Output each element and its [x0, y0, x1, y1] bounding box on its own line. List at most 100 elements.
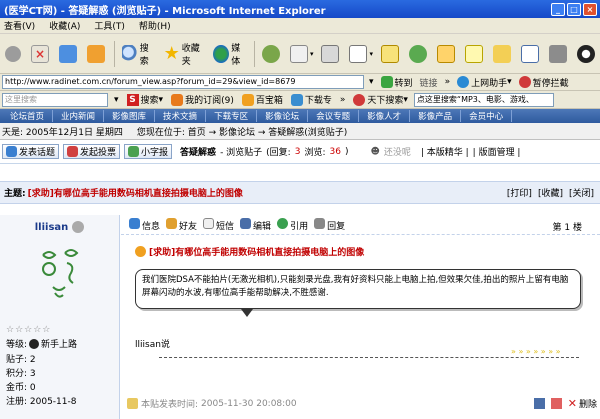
poll-icon — [67, 146, 79, 157]
discuss-button[interactable] — [378, 40, 404, 68]
links-arrow[interactable]: » — [443, 75, 453, 89]
post-title: [求助]有哪位高手能用数码相机直接拍摄电脑上的图像 — [149, 248, 365, 258]
report-icon[interactable] — [550, 398, 562, 409]
refresh-icon — [59, 44, 77, 63]
subscription-button[interactable]: 我的订阅(9) — [169, 93, 236, 107]
views-close: ) — [344, 146, 349, 157]
nav-gallery[interactable]: 影像图库 — [104, 110, 156, 122]
username[interactable]: lliisan — [35, 222, 69, 233]
user-points: 积分: 3 — [6, 369, 36, 379]
toolbar-search-input[interactable]: 这里搜索 — [2, 92, 108, 107]
edit-tool[interactable]: 编辑 — [240, 217, 271, 232]
quote-tool[interactable]: 引用 — [277, 217, 308, 232]
signature: lliisan说 — [135, 340, 170, 350]
address-bar: http://www.radinet.com.cn/forum_view.asp… — [0, 74, 600, 91]
mail-button[interactable]: ▾ — [287, 40, 317, 68]
menu-view[interactable]: 查看(V) — [4, 19, 35, 32]
avatar — [35, 245, 85, 305]
reply-icon — [314, 217, 326, 229]
note-button[interactable] — [462, 40, 488, 68]
forum-action-bar: 发表话题 发起投票 小字报 答疑解惑 - 浏览贴子 (回复: 3 浏览: 36 … — [0, 140, 600, 164]
research-icon — [437, 44, 455, 63]
research-button[interactable] — [434, 40, 460, 68]
info-tool[interactable]: 信息 — [129, 217, 160, 232]
forward-button[interactable] — [2, 40, 26, 68]
nav-meeting[interactable]: 会议专题 — [308, 110, 360, 122]
tools-extra-button[interactable] — [546, 40, 572, 68]
history-button[interactable] — [259, 40, 285, 68]
stop-button[interactable]: × — [28, 40, 54, 68]
links-expand[interactable]: » — [338, 93, 348, 107]
nav-download[interactable]: 下载专区 — [206, 110, 258, 122]
refresh-button[interactable] — [56, 40, 82, 68]
small-font-button[interactable]: 小字报 — [124, 144, 173, 159]
location-text: 您现在位于: 首页 → 影像论坛 → 答疑解惑(浏览贴子) — [136, 127, 348, 138]
delete-button[interactable]: ✕ 删除 — [568, 397, 597, 410]
new-poll-button[interactable]: 发起投票 — [63, 144, 121, 159]
guest-label[interactable]: 还没呢 — [384, 145, 411, 158]
media-button[interactable]: 媒体 — [210, 40, 250, 68]
reply-tool[interactable]: 回复 — [314, 217, 345, 232]
close-window-button[interactable]: × — [583, 2, 597, 16]
topic-label: 主题: — [4, 189, 26, 199]
nav-news[interactable]: 业内新闻 — [53, 110, 105, 122]
print-button[interactable] — [318, 40, 344, 68]
toolbar-search-button[interactable]: S 搜索 ▾ — [125, 93, 166, 107]
window-button[interactable] — [518, 40, 544, 68]
links-label[interactable]: 链接 — [418, 75, 440, 89]
user-status-icon — [72, 221, 85, 233]
print-icon — [321, 44, 340, 63]
block-icon — [518, 76, 531, 88]
address-dropdown[interactable]: ▾ — [367, 75, 376, 89]
menu-favorites[interactable]: 收藏(A) — [49, 19, 80, 32]
print-link[interactable]: [打印] — [507, 186, 532, 199]
download-button[interactable]: 下载专 — [289, 93, 334, 107]
go-button[interactable]: 转到 — [379, 75, 415, 89]
favorites-button[interactable]: ★ 收藏夹 — [161, 40, 209, 68]
nav-members[interactable]: 会员中心 — [461, 110, 513, 122]
browser-toolbar: × 搜索 ★ 收藏夹 媒体 ▾ ▾ — [0, 34, 600, 74]
search-button[interactable]: 搜索 — [119, 40, 159, 68]
folder-button[interactable] — [490, 40, 516, 68]
close-link[interactable]: [关闭] — [569, 186, 594, 199]
hint-search-input[interactable]: 点这里搜索“MP3、电影、游戏、 — [413, 92, 554, 107]
quote-icon — [277, 217, 289, 229]
s-logo-icon: S — [126, 93, 139, 106]
tianxia-search-button[interactable]: 天下搜索 ▾ — [351, 93, 410, 107]
menu-help[interactable]: 帮助(H) — [139, 19, 171, 32]
tools-icon — [549, 44, 567, 63]
box-icon — [241, 93, 254, 106]
ip-icon[interactable] — [533, 398, 545, 409]
guest-icon: ☻ — [370, 146, 380, 157]
nav-digest[interactable]: 技术文摘 — [155, 110, 207, 122]
messenger-icon — [409, 44, 427, 63]
post-time: 2005-11-30 20:08:00 — [201, 398, 297, 409]
forward-arrow-icon — [5, 45, 21, 62]
friend-tool[interactable]: 好友 — [166, 217, 197, 232]
nav-products[interactable]: 影像产品 — [410, 110, 462, 122]
block-popup-button[interactable]: 暂停拦截 — [517, 75, 571, 89]
signature-watermark: » » » » » » » — [511, 347, 561, 356]
baibaoxiang-button[interactable]: 百宝箱 — [240, 93, 285, 107]
toolbar-search-dropdown[interactable]: ▾ — [112, 93, 121, 107]
new-topic-button[interactable]: 发表话题 — [2, 144, 60, 159]
address-input[interactable]: http://www.radinet.com.cn/forum_view.asp… — [2, 75, 364, 89]
nav-home[interactable]: 论坛首页 — [2, 110, 54, 122]
online-helper-button[interactable]: 上网助手 ▾ — [455, 75, 514, 89]
favorite-link[interactable]: [收藏] — [538, 186, 563, 199]
messenger-button[interactable] — [406, 40, 432, 68]
edit-pencil-icon — [240, 217, 252, 229]
menu-tools[interactable]: 工具(T) — [94, 19, 125, 32]
nav-forum[interactable]: 影像论坛 — [257, 110, 309, 122]
nav-talent[interactable]: 影像人才 — [359, 110, 411, 122]
edit-button[interactable]: ▾ — [346, 40, 376, 68]
forum-name[interactable]: 答疑解惑 — [180, 145, 216, 158]
qq-button[interactable] — [574, 40, 600, 68]
sms-tool[interactable]: 短信 — [203, 217, 234, 232]
maximize-button[interactable]: □ — [567, 2, 581, 16]
home-button[interactable] — [84, 40, 110, 68]
post-tools: 信息 好友 短信 编辑 引用 回复 第 1 楼 — [121, 215, 600, 235]
essence-link[interactable]: | 本版精华 | — [421, 145, 469, 158]
minimize-button[interactable]: _ — [551, 2, 565, 16]
manage-link[interactable]: | 版面管理 | — [473, 145, 521, 158]
